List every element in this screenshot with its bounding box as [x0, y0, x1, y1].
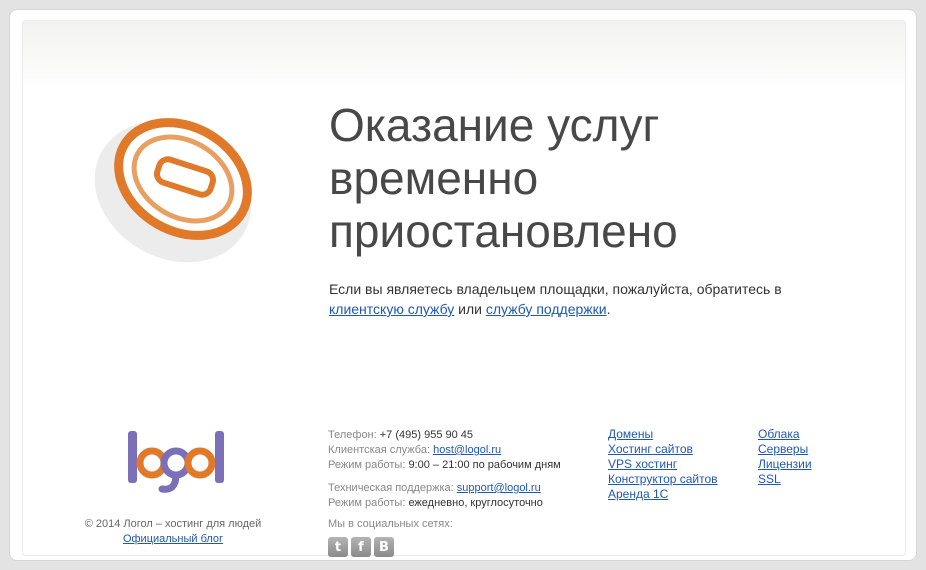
link-vps-hosting[interactable]: VPS хостинг	[608, 457, 718, 472]
support-hours-line: Режим работы: ежедневно, круглосуточно	[328, 496, 561, 511]
client-service-link[interactable]: клиентскую службу	[329, 301, 454, 317]
official-blog-link[interactable]: Официальный блог	[123, 533, 223, 545]
notice-text-before: Если вы являетесь владельцем площадки, п…	[329, 281, 782, 297]
social-icons: t f В	[328, 537, 394, 557]
services-links-column: Домены Хостинг сайтов VPS хостинг Констр…	[608, 427, 718, 502]
link-site-hosting[interactable]: Хостинг сайтов	[608, 442, 718, 457]
client-hours-value: 9:00 – 21:00 по рабочим дням	[408, 459, 561, 471]
facebook-icon[interactable]: f	[351, 537, 371, 557]
phone-value: +7 (495) 955 90 45	[379, 429, 474, 441]
copyright-text: © 2014 Логол – хостинг для людей	[84, 518, 262, 530]
services-links-column-2: Облака Серверы Лицензии SSL	[758, 427, 812, 487]
link-site-builder[interactable]: Конструктор сайтов	[608, 472, 718, 487]
client-service-label: Клиентская служба:	[328, 444, 434, 456]
twitter-icon[interactable]: t	[328, 537, 348, 557]
link-domains[interactable]: Домены	[608, 427, 718, 442]
logol-logo-icon[interactable]	[118, 425, 228, 497]
suspended-logo-icon	[94, 118, 252, 263]
notice-text: Если вы являетесь владельцем площадки, п…	[329, 279, 799, 319]
link-servers[interactable]: Серверы	[758, 442, 812, 457]
link-licenses[interactable]: Лицензии	[758, 457, 812, 472]
vkontakte-icon[interactable]: В	[374, 537, 394, 557]
notice-text-mid: или	[454, 301, 486, 317]
support-service-link[interactable]: службу поддержки	[486, 301, 607, 317]
page-title: Оказание услуг временно приостановлено	[329, 99, 678, 257]
client-hours-line: Режим работы: 9:00 – 21:00 по рабочим дн…	[328, 458, 561, 473]
support-email-link[interactable]: support@logol.ru	[457, 482, 541, 494]
client-service-line: Клиентская служба: host@logol.ru	[328, 443, 561, 458]
page-frame: Оказание услуг временно приостановлено Е…	[9, 9, 917, 561]
support-hours-value: ежедневно, круглосуточно	[408, 497, 543, 509]
client-hours-label: Режим работы:	[328, 459, 409, 471]
link-ssl[interactable]: SSL	[758, 472, 812, 487]
support-line: Техническая поддержка: support@logol.ru	[328, 481, 561, 496]
phone-label: Телефон:	[328, 429, 380, 441]
content-panel: Оказание услуг временно приостановлено Е…	[22, 20, 906, 557]
support-hours-label: Режим работы:	[328, 497, 409, 509]
copyright-block: © 2014 Логол – хостинг для людей Официал…	[68, 517, 278, 547]
support-label: Техническая поддержка:	[328, 482, 457, 494]
client-email-link[interactable]: host@logol.ru	[433, 444, 501, 456]
social-title: Мы в социальных сетях:	[328, 518, 453, 530]
notice-text-after: .	[606, 301, 611, 317]
contacts-block: Телефон: +7 (495) 955 90 45 Клиентская с…	[328, 428, 561, 511]
phone-line: Телефон: +7 (495) 955 90 45	[328, 428, 561, 443]
link-clouds[interactable]: Облака	[758, 427, 812, 442]
link-1c-rent[interactable]: Аренда 1С	[608, 487, 718, 502]
